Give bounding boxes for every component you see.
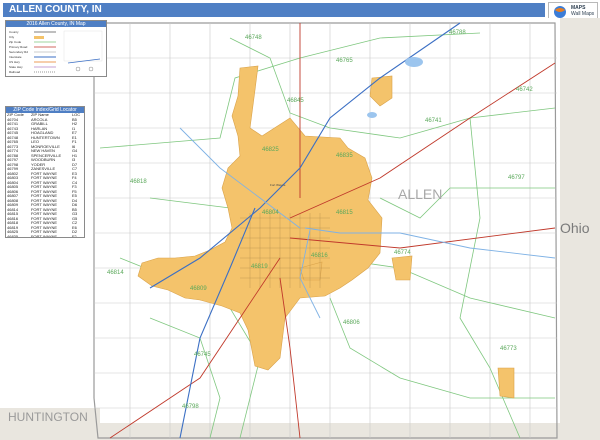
zip-code-cell: 46835	[7, 233, 19, 238]
zip-label: 46774	[394, 250, 411, 256]
zip-index-table: ZIP Code ZIP Name LOC 46704 ARCOLA B5 46741…	[6, 112, 84, 238]
zip-name-cell: FORT WAYNE	[30, 233, 58, 238]
grid-loc-cell: F2	[71, 233, 77, 238]
zip-label: 46748	[245, 35, 262, 41]
globe-icon	[554, 6, 566, 18]
zip-label: 46741	[425, 118, 442, 124]
zip-label: 46773	[500, 346, 517, 352]
zip-label: 46818	[130, 179, 147, 185]
zip-label: 46845	[287, 98, 304, 104]
zip-label: 46819	[251, 264, 268, 270]
zip-label: 46804	[262, 210, 279, 216]
zip-code-index: ZIP Code Index/Grid Locator ZIP Code ZIP…	[5, 106, 85, 238]
zip-label: 46765	[336, 58, 353, 64]
zip-label: 46825	[262, 147, 279, 153]
lake	[405, 57, 423, 67]
zip-label: 46745	[194, 352, 211, 358]
map-title: ALLEN COUNTY, IN	[3, 3, 545, 17]
zip-index-row: 46835 FORT WAYNE F2	[6, 233, 84, 238]
state-label-ohio: Ohio	[560, 220, 590, 236]
zip-label: 46816	[311, 253, 328, 259]
zip-label: 46798	[182, 404, 199, 410]
zip-label: 46814	[107, 270, 124, 276]
zip-label: 46815	[336, 210, 353, 216]
logo-text-sub: Wall Maps	[571, 11, 595, 17]
county-label: ALLEN	[398, 186, 443, 202]
map-legend: 2016 Allen County, IN Map County City Zi…	[5, 20, 107, 77]
zip-label: 46742	[516, 87, 533, 93]
zip-label: 46835	[336, 153, 353, 159]
zip-label: 46797	[508, 175, 525, 181]
zip-label: 46809	[190, 286, 207, 292]
neighbor-county-label: HUNTINGTON	[8, 410, 88, 424]
zip-label: 46788	[449, 30, 466, 36]
city-label-fort-wayne: Fort Wayne	[270, 183, 286, 187]
zip-label: 46806	[343, 320, 360, 326]
map-canvas	[0, 18, 600, 440]
legend-swatches	[34, 30, 103, 73]
map-poster: ALLEN COUNTY, IN MAPS Wall Maps ALLEN Oh…	[0, 0, 600, 440]
